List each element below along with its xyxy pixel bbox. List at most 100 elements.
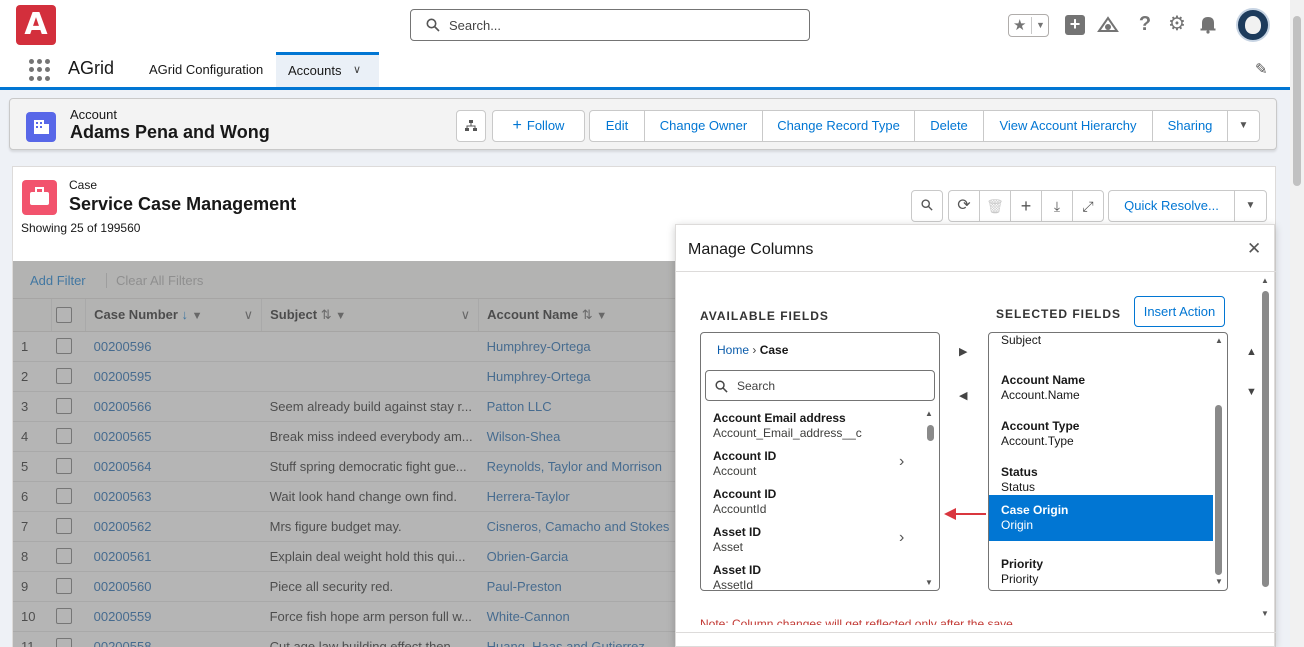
app-launcher-icon[interactable] — [28, 58, 52, 82]
scrollbar-thumb[interactable] — [1215, 405, 1222, 575]
filter-icon[interactable]: ▼ — [335, 310, 346, 322]
tab-accounts[interactable]: Accounts ∨ — [276, 52, 379, 87]
account-name-cell[interactable]: Cisneros, Camacho and Stokes — [478, 511, 679, 542]
change-record-type-button[interactable]: Change Record Type — [762, 110, 915, 142]
row-select-cell[interactable] — [51, 331, 86, 362]
chevron-right-icon[interactable]: › — [899, 453, 904, 471]
available-field-item[interactable]: Asset ID Asset — [713, 525, 761, 555]
row-checkbox[interactable] — [55, 458, 72, 475]
grid-search-button[interactable] — [911, 190, 943, 222]
account-name-link[interactable]: Reynolds, Taylor and Morrison — [487, 459, 662, 474]
table-row[interactable]: 7 00200562 Mrs figure budget may. Cisneros,… — [13, 511, 679, 542]
change-owner-button[interactable]: Change Owner — [644, 110, 763, 142]
chevron-down-icon[interactable]: ∨ — [244, 307, 254, 323]
row-select-cell[interactable] — [51, 541, 86, 572]
chevron-down-icon[interactable]: ▼ — [1036, 15, 1045, 36]
case-number-cell[interactable]: 00200565 — [85, 421, 262, 452]
account-name-cell[interactable]: Patton LLC — [478, 391, 679, 422]
account-name-cell[interactable]: Wilson-Shea — [478, 421, 679, 452]
selected-field-item[interactable]: Priority Priority — [989, 549, 1213, 590]
account-name-cell[interactable]: Humphrey-Ortega — [478, 361, 679, 392]
column-header-subject[interactable]: Subject ⇅ ▼ ∨ — [261, 299, 480, 332]
panel-scroll-down-icon[interactable]: ▼ — [1261, 609, 1269, 618]
account-name-cell[interactable]: Obrien-Garcia — [478, 541, 679, 572]
table-row[interactable]: 4 00200565 Break miss indeed everybody am.… — [13, 421, 679, 452]
global-search-input[interactable]: Search... — [410, 9, 810, 41]
row-select-cell[interactable] — [51, 481, 86, 512]
row-checkbox[interactable] — [55, 638, 72, 647]
case-number-cell[interactable]: 00200596 — [85, 331, 262, 362]
table-row[interactable]: 6 00200563 Wait look hand change own find.… — [13, 481, 679, 512]
table-row[interactable]: 3 00200566 Seem already build against stay… — [13, 391, 679, 422]
case-number-cell[interactable]: 00200562 — [85, 511, 262, 542]
case-number-cell[interactable]: 00200564 — [85, 451, 262, 482]
case-number-cell[interactable]: 00200595 — [85, 361, 262, 392]
table-row[interactable]: 9 00200560 Piece all security red. Paul-Pre… — [13, 571, 679, 602]
available-field-item[interactable]: Account ID Account — [713, 449, 776, 479]
page-scrollbar[interactable] — [1290, 0, 1304, 647]
case-number-link[interactable]: 00200562 — [94, 519, 152, 534]
account-name-cell[interactable]: Huang, Haas and Gutierrez — [478, 631, 679, 647]
available-field-item[interactable]: Asset ID AssetId — [713, 563, 761, 590]
settings-gear-icon[interactable]: ⚙ — [1165, 12, 1189, 36]
scroll-down-icon[interactable]: ▼ — [925, 578, 933, 587]
case-number-cell[interactable]: 00200566 — [85, 391, 262, 422]
account-name-link[interactable]: Patton LLC — [487, 399, 552, 414]
account-name-cell[interactable]: Reynolds, Taylor and Morrison — [478, 451, 679, 482]
account-name-link[interactable]: White-Cannon — [487, 609, 570, 624]
column-header-account-name[interactable]: Account Name ⇅ ▼ — [478, 299, 679, 332]
hierarchy-button[interactable] — [456, 110, 486, 142]
clear-filters-link[interactable]: Clear All Filters — [106, 273, 203, 288]
notifications-bell-icon[interactable] — [1198, 14, 1218, 34]
edit-button[interactable]: Edit — [589, 110, 645, 142]
account-name-cell[interactable]: White-Cannon — [478, 601, 679, 632]
row-checkbox[interactable] — [55, 488, 72, 505]
selected-field-item[interactable]: Account Name Account.Name — [989, 365, 1213, 411]
table-row[interactable]: 2 00200595 Humphrey-Ortega — [13, 361, 679, 392]
panel-scroll-up-icon[interactable]: ▲ — [1261, 276, 1269, 285]
case-number-link[interactable]: 00200565 — [94, 429, 152, 444]
case-number-cell[interactable]: 00200560 — [85, 571, 262, 602]
table-row[interactable]: 5 00200564 Stuff spring democratic fight g… — [13, 451, 679, 482]
case-number-link[interactable]: 00200566 — [94, 399, 152, 414]
scroll-down-icon[interactable]: ▼ — [1215, 577, 1223, 586]
scrollbar-thumb[interactable] — [927, 425, 934, 441]
chevron-down-icon[interactable]: ∨ — [461, 307, 471, 323]
move-down-arrow-icon[interactable]: ▼ — [1246, 386, 1257, 398]
selected-field-item[interactable]: Account Type Account.Type — [989, 411, 1213, 457]
account-name-link[interactable]: Cisneros, Camacho and Stokes — [487, 519, 670, 534]
edit-nav-pencil-icon[interactable]: ✎ — [1255, 60, 1268, 78]
account-name-link[interactable]: Obrien-Garcia — [487, 549, 569, 564]
row-checkbox[interactable] — [55, 428, 72, 445]
table-row[interactable]: 1 00200596 Humphrey-Ortega — [13, 331, 679, 362]
account-name-cell[interactable]: Humphrey-Ortega — [478, 331, 679, 362]
scroll-up-icon[interactable]: ▲ — [1215, 336, 1223, 345]
chevron-down-icon[interactable]: ∨ — [353, 55, 361, 86]
move-right-arrow-icon[interactable]: ▶ — [959, 345, 967, 358]
column-header-case-number[interactable]: Case Number ↓ ▼ ∨ — [85, 299, 263, 332]
panel-scrollbar-thumb[interactable] — [1262, 291, 1269, 587]
case-number-link[interactable]: 00200559 — [94, 609, 152, 624]
add-filter-link[interactable]: Add Filter — [30, 273, 86, 288]
account-name-link[interactable]: Paul-Preston — [487, 579, 562, 594]
case-number-link[interactable]: 00200561 — [94, 549, 152, 564]
move-left-arrow-icon[interactable]: ◀ — [959, 389, 967, 402]
move-up-arrow-icon[interactable]: ▲ — [1246, 346, 1257, 358]
row-checkbox[interactable] — [55, 548, 72, 565]
row-checkbox[interactable] — [55, 338, 72, 355]
case-number-link[interactable]: 00200560 — [94, 579, 152, 594]
account-name-cell[interactable]: Paul-Preston — [478, 571, 679, 602]
app-logo[interactable]: A — [16, 5, 56, 45]
sort-desc-icon[interactable]: ↓ — [182, 307, 189, 322]
account-name-link[interactable]: Herrera-Taylor — [487, 489, 570, 504]
case-number-cell[interactable]: 00200559 — [85, 601, 262, 632]
row-select-cell[interactable] — [51, 511, 86, 542]
row-checkbox[interactable] — [55, 518, 72, 535]
sort-icon[interactable]: ⇅ — [321, 307, 332, 322]
row-checkbox[interactable] — [55, 608, 72, 625]
case-number-link[interactable]: 00200564 — [94, 459, 152, 474]
scroll-up-icon[interactable]: ▲ — [925, 409, 933, 418]
more-actions-dropdown[interactable]: ▼ — [1227, 110, 1260, 142]
case-number-link[interactable]: 00200558 — [94, 639, 152, 647]
row-select-cell[interactable] — [51, 571, 86, 602]
